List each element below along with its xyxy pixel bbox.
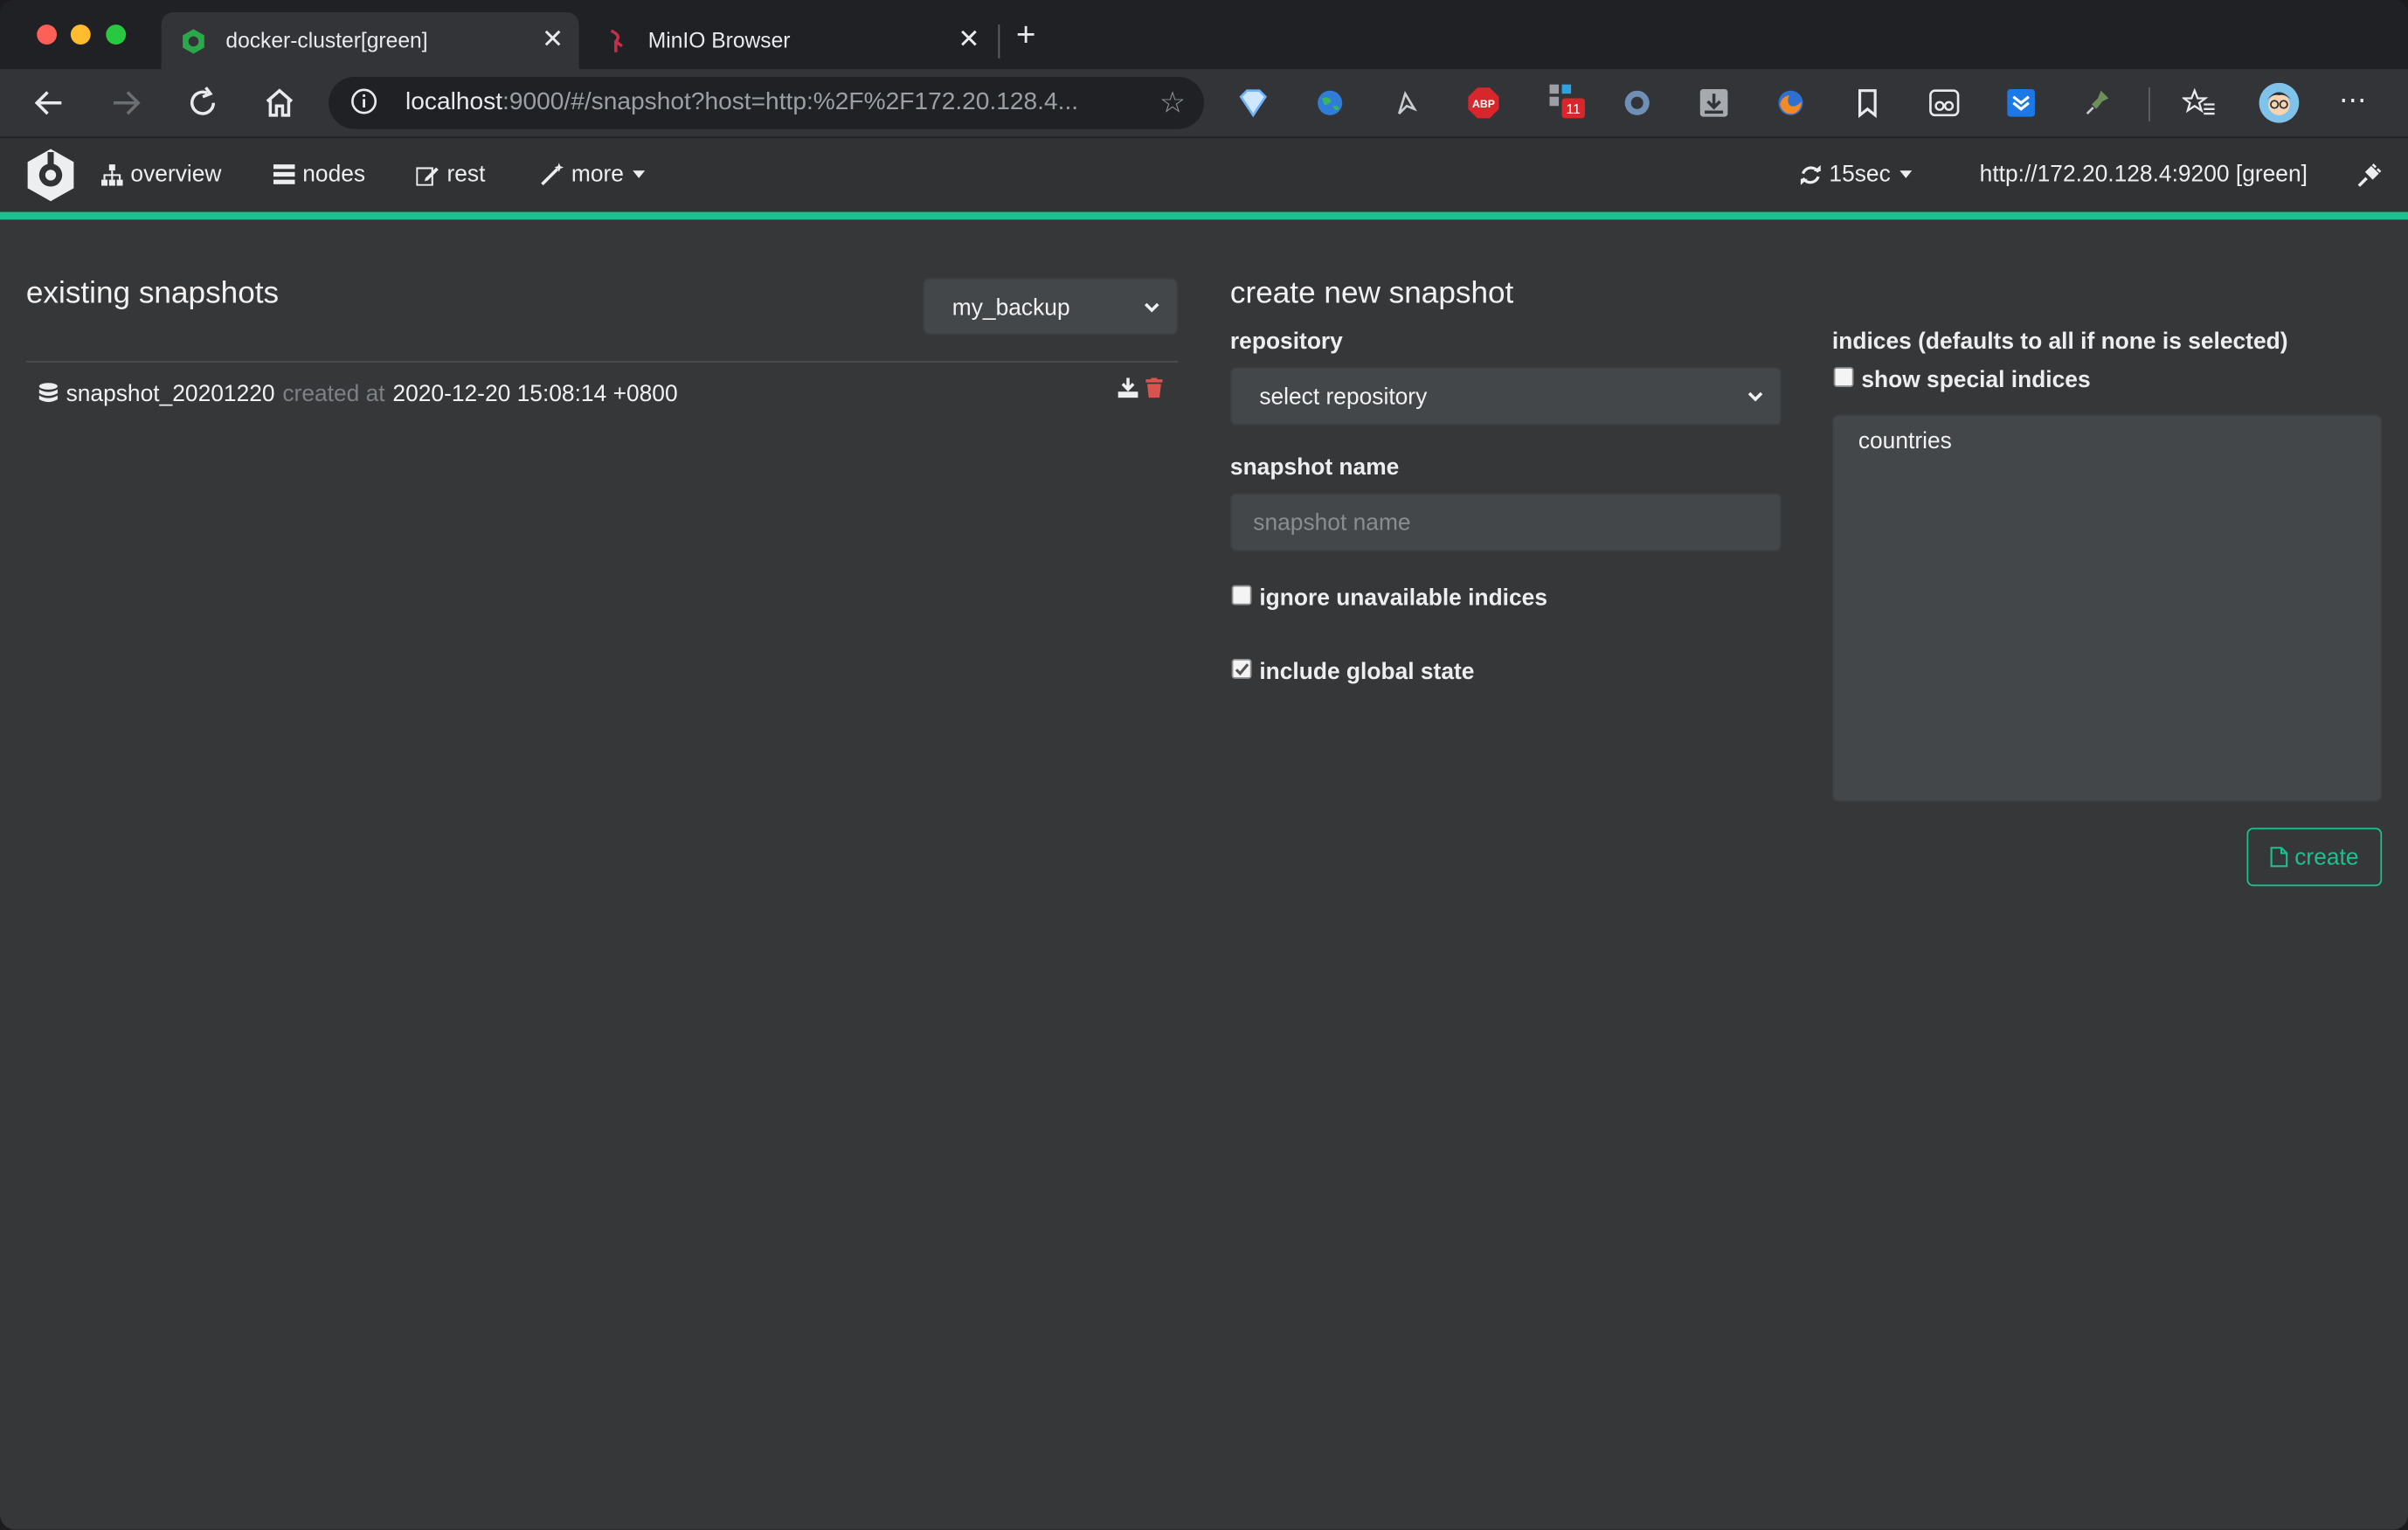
delete-trash-icon[interactable] (1145, 377, 1163, 398)
maximize-window-button[interactable] (106, 24, 127, 45)
refresh-interval-label: 15sec (1829, 161, 1891, 188)
repository-filter-select[interactable]: my_backup (923, 278, 1179, 336)
checkmark-icon (1235, 663, 1249, 676)
ignore-unavailable-checkbox[interactable] (1231, 585, 1252, 606)
snapshot-name: snapshot_20201220 (66, 380, 275, 407)
globe-extension-icon[interactable] (1313, 86, 1347, 120)
browser-menu-icon[interactable]: ⋯ (2339, 85, 2367, 117)
cluster-host-link[interactable]: http://172.20.128.4:9200 [green] (1980, 162, 2308, 188)
new-tab-icon[interactable]: + (1009, 16, 1043, 56)
address-bar[interactable]: localhost:9000/#/snapshot?host=http:%2F%… (329, 76, 1205, 129)
diamond-extension-icon[interactable] (1236, 86, 1270, 120)
snapshot-created-time: 2020-12-20 15:08:14 +0800 (392, 380, 678, 407)
firefox-like-extension-icon[interactable] (1774, 86, 1808, 120)
file-icon (2270, 847, 2288, 868)
browser-toolbar: localhost:9000/#/snapshot?host=http:%2F%… (0, 69, 2408, 139)
indices-multiselect[interactable]: countries (1831, 414, 2383, 802)
reload-icon[interactable] (184, 85, 221, 121)
minio-favicon-icon (610, 29, 623, 52)
pin-extension-icon[interactable] (2081, 86, 2115, 120)
reader-extension-icon[interactable] (1927, 86, 1962, 120)
svg-text:ABP: ABP (1472, 98, 1495, 110)
show-special-indices-label: show special indices (1861, 367, 2091, 393)
chevron-down-icon (1145, 302, 1159, 313)
chevron-down-icon (1747, 391, 1763, 402)
database-icon (38, 383, 58, 403)
existing-snapshots-title: existing snapshots (25, 276, 280, 311)
app-navbar: overview nodes rest more 15sec http://17… (0, 138, 2408, 212)
cerebro-favicon-icon (183, 29, 204, 54)
magic-wand-icon (541, 163, 564, 186)
include-global-state-label: include global state (1259, 659, 1475, 685)
apps-extension-icon[interactable]: 11 (1547, 81, 1587, 121)
ring-extension-icon[interactable] (1620, 86, 1654, 120)
close-tab-icon[interactable]: ✕ (958, 24, 979, 55)
tab-separator (998, 24, 1000, 59)
create-snapshot-title: create new snapshot (1229, 276, 1514, 311)
caret-down-icon (1899, 170, 1913, 178)
nav-nodes-label: nodes (302, 161, 366, 188)
home-icon[interactable] (261, 85, 298, 121)
indices-label: indices (defaults to all if none is sele… (1831, 329, 2288, 356)
include-global-state-checkbox[interactable] (1231, 659, 1252, 679)
repository-select-value: select repository (1259, 384, 1428, 411)
download-extension-icon[interactable] (1697, 86, 1731, 120)
repository-filter-value: my_backup (951, 294, 1070, 322)
repository-label: repository (1229, 329, 1343, 356)
close-tab-icon[interactable]: ✕ (542, 24, 564, 55)
nav-more-dropdown[interactable]: more (541, 161, 647, 188)
nav-rest[interactable]: rest (416, 161, 486, 188)
svg-text:11: 11 (1567, 102, 1581, 117)
tab-strip: docker-cluster[green] ✕ MinIO Browser ✕ … (0, 0, 2408, 70)
caret-down-icon (633, 170, 646, 178)
tab-title: docker-cluster[green] (225, 27, 428, 52)
toolbar-separator (2149, 87, 2150, 121)
server-icon (273, 164, 295, 184)
refresh-icon (1800, 164, 1821, 184)
tab-docker-cluster[interactable]: docker-cluster[green] ✕ (161, 12, 579, 70)
adblock-plus-icon[interactable]: ABP (1467, 86, 1501, 120)
minimize-window-button[interactable] (70, 24, 91, 45)
table-divider (25, 361, 1179, 363)
disconnect-plug-icon[interactable] (2357, 163, 2382, 187)
cursor-extension-icon[interactable] (1390, 86, 1424, 120)
site-info-icon[interactable] (350, 87, 378, 115)
create-button[interactable]: create (2246, 827, 2383, 887)
nav-overview[interactable]: overview (101, 161, 222, 188)
tab-title: MinIO Browser (647, 27, 791, 52)
sitemap-icon (101, 163, 123, 185)
tab-minio-browser[interactable]: MinIO Browser ✕ (584, 12, 995, 69)
close-window-button[interactable] (37, 24, 58, 45)
snapshot-name-label: snapshot name (1229, 454, 1400, 481)
nav-rest-label: rest (446, 161, 486, 188)
browser-window: docker-cluster[green] ✕ MinIO Browser ✕ … (0, 0, 2408, 1530)
nav-nodes[interactable]: nodes (273, 161, 366, 188)
refresh-interval-dropdown[interactable]: 15sec (1800, 161, 1913, 188)
repository-select[interactable]: select repository (1229, 367, 1782, 426)
back-icon[interactable] (31, 85, 67, 121)
snapshot-name-input[interactable]: snapshot name (1229, 493, 1782, 552)
snapshot-created-label: created at (282, 380, 385, 407)
ignore-unavailable-label: ignore unavailable indices (1259, 585, 1547, 612)
favorites-icon[interactable] (2182, 86, 2217, 120)
nav-overview-label: overview (130, 161, 222, 188)
edit-icon (416, 166, 439, 185)
index-option[interactable]: countries (1858, 428, 1952, 454)
profile-avatar[interactable] (2258, 81, 2301, 124)
bookmark-extension-icon[interactable] (1851, 86, 1885, 120)
url-text: localhost:9000/#/snapshot?host=http:%2F%… (405, 88, 1079, 115)
show-special-indices-checkbox[interactable] (1833, 367, 1854, 387)
save-extension-icon[interactable] (2004, 86, 2038, 120)
nav-more-label: more (571, 161, 624, 188)
cluster-status-bar (0, 211, 2408, 220)
create-button-label: create (2294, 843, 2359, 870)
cluster-host-label: http://172.20.128.4:9200 [green] (1979, 161, 2308, 188)
restore-download-icon[interactable] (1118, 377, 1138, 398)
cerebro-logo-icon[interactable] (23, 148, 78, 203)
snapshot-row: snapshot_20201220 created at 2020-12-20 … (38, 381, 678, 407)
bookmark-star-icon[interactable]: ☆ (1159, 86, 1186, 121)
forward-icon[interactable] (107, 85, 144, 121)
snapshot-name-placeholder: snapshot name (1253, 509, 1411, 537)
